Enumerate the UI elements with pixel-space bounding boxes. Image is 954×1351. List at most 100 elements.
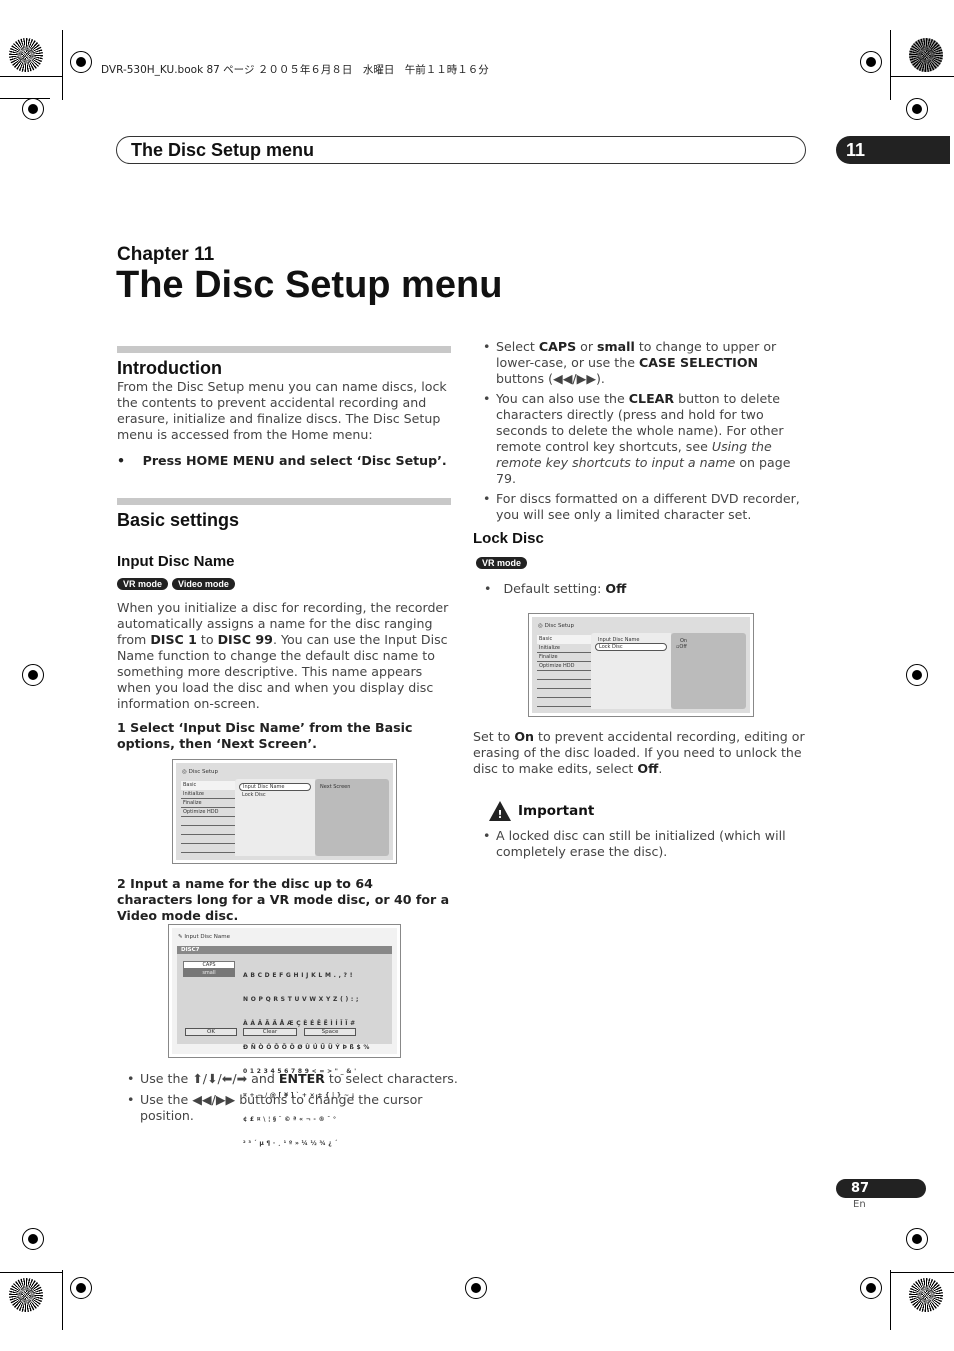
menu-finalize[interactable]: Finalize [181,799,235,808]
text: to [196,632,218,647]
vr-mode-badge: VR mode [476,557,528,569]
svg-text:!: ! [497,808,502,821]
lock-disc-text: Set to On to prevent accidental recordin… [473,729,808,777]
heading: Important [518,803,595,819]
cursor-bullets: Use the ⬆/⬇/⬅/➡ and ENTER to select char… [117,1071,462,1129]
option-lock-disc[interactable]: Lock Disc [239,791,311,799]
text: or [576,339,598,354]
registration-star-mark [909,38,943,72]
crosshair-mark [70,1277,92,1299]
menu-initialize[interactable]: Initialize [181,790,235,799]
crop-line [890,1272,954,1273]
text: CAPS [538,339,577,354]
registration-star-mark [9,1278,43,1312]
text: ENTER [278,1071,325,1086]
crosshair-mark [906,664,928,686]
mode-badges: VR mode Video mode [117,572,451,591]
warning-icon: ! [489,801,511,821]
menu-empty [181,826,235,835]
video-mode-badge: Video mode [172,578,235,590]
crosshair-mark [22,98,44,120]
options-panel: Input Disc Name Lock Disc [235,779,315,856]
options-panel: Input Disc Name Lock Disc [591,633,671,709]
subsection-heading: Lock Disc [473,530,544,547]
clear-button[interactable]: Clear [243,1028,297,1036]
text: On [514,729,535,744]
page-number-tab: 87 [836,1179,926,1198]
screen-title: ◎ Disc Setup [538,623,574,629]
crop-line [0,98,50,99]
crosshair-mark [465,1277,487,1299]
menu-optimize-hdd[interactable]: Optimize HDD [537,662,591,671]
menu-initialize[interactable]: Initialize [537,644,591,653]
char-row[interactable]: A B C D E F G H I J K L M . , ? ! [243,972,370,980]
next-screen[interactable]: Next Screen [320,784,384,790]
text: Set to [473,729,515,744]
menu-basic[interactable]: Basic [537,635,591,644]
char-row[interactable]: Ð Ñ Ò Ó Ô Õ Ö Ø Ù Ú Û Ü Ý Þ ß $ % [243,1044,370,1052]
lock-disc-screen: ◎ Disc Setup Basic Initialize Finalize O… [528,613,754,717]
text: . [658,761,663,776]
case-bullets: Select CAPS or small to change to upper … [473,339,808,528]
option-input-disc-name[interactable]: Input Disc Name [239,783,311,791]
chapter-tab: 11 [836,136,950,164]
step-2: 2 Input a name for the disc up to 64 cha… [117,876,450,923]
disc-setup-screen: ◎ Disc Setup Basic Initialize Finalize O… [172,759,397,864]
ok-button[interactable]: OK [185,1028,237,1036]
crop-line [62,1270,63,1330]
small-button[interactable]: small [183,969,235,977]
text: Select [496,339,539,354]
crosshair-mark [860,51,882,73]
crop-line [0,76,62,77]
menu-empty [537,671,591,680]
vr-mode-badge: VR mode [117,578,169,590]
menu-basic[interactable]: Basic [181,781,235,790]
chapter-label: Chapter 11 [117,244,215,265]
screen-title: ◎ Disc Setup [182,769,218,775]
text: DISC 1 [150,632,197,647]
crop-line [890,30,891,100]
option-lock-disc[interactable]: Lock Disc [595,643,667,651]
name-field[interactable]: DISC7 [177,946,392,954]
text: CLEAR [628,391,675,406]
caps-button[interactable]: CAPS [183,961,235,969]
registration-star-mark [9,38,43,72]
text: DISC 99 [217,632,273,647]
menu-empty [537,698,591,707]
option-off[interactable]: ▫Off [676,644,741,650]
text: Default setting: [503,581,606,596]
menu-optimize-hdd[interactable]: Optimize HDD [181,808,235,817]
left-column: Introduction From the Disc Setup menu yo… [117,346,451,752]
crosshair-mark [906,1228,928,1250]
registration-star-mark [909,1278,943,1312]
important-bullets: A locked disc can still be initialized (… [473,828,808,865]
text: Off [605,581,627,596]
text: Off [679,644,687,650]
default-setting: • Default setting: Off [484,581,627,596]
entry-panel: DISC7 CAPS small A B C D E F G H I J K L… [177,946,392,1147]
space-button[interactable]: Space [304,1028,356,1036]
side-menu: Basic Initialize Finalize Optimize HDD [537,635,591,707]
bullet-item: For discs formatted on a different DVD r… [473,491,808,523]
menu-finalize[interactable]: Finalize [537,653,591,662]
char-row[interactable]: N O P Q R S T U V W X Y Z ( ) : ; [243,996,370,1004]
input-disc-name-screen: ✎ Input Disc Name DISC7 CAPS small A B C… [168,924,401,1147]
crop-line [890,1270,891,1330]
menu-empty [537,680,591,689]
crop-line [0,1272,62,1273]
menu-empty [181,835,235,844]
screen-title: ✎ Input Disc Name [178,934,230,940]
char-row[interactable]: À Á Â Ã Ä Å Æ Ç È É Ê Ë Ì Í Î Ï # [243,1020,370,1028]
char-row[interactable]: ² ³ ´ µ ¶ · ¸ ¹ º » ¼ ½ ¾ ¿ ´ [243,1140,370,1148]
text: You can also use the [496,391,629,406]
disc-icon: ◎ [538,623,543,629]
section-divider [117,498,451,505]
text: Use the ⬆/⬇/⬅/➡ and [140,1071,279,1086]
crop-line [62,30,63,100]
running-header: The Disc Setup menu [116,136,806,164]
step-1: 1 Select ‘Input Disc Name’ from the Basi… [117,720,413,751]
bullet-item: You can also use the CLEAR button to del… [473,391,808,487]
intro-bullet: • Press HOME MENU and select ‘Disc Setup… [117,453,451,469]
menu-empty [181,844,235,853]
subsection-heading: Input Disc Name [117,553,235,570]
